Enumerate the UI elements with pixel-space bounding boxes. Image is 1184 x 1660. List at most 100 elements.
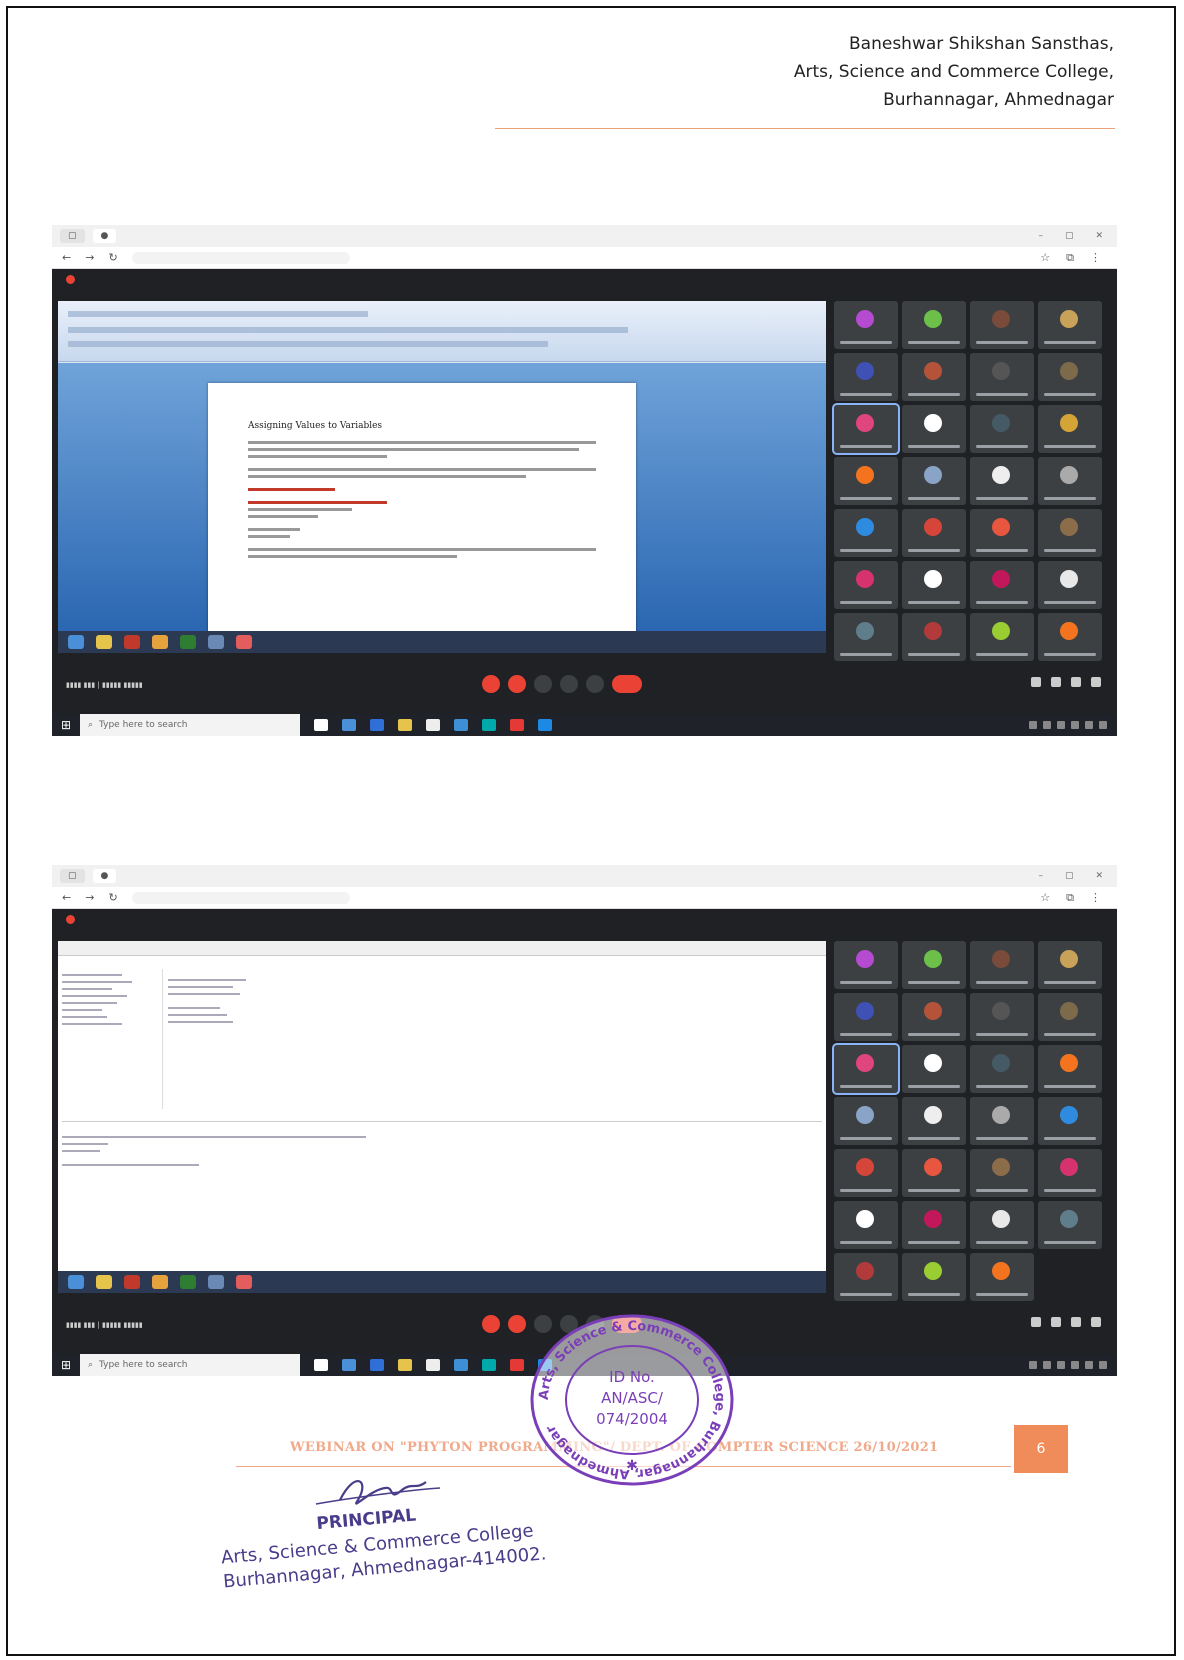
participant-tile[interactable] xyxy=(1038,993,1102,1041)
present-button[interactable] xyxy=(560,675,578,693)
windows-start-icon[interactable]: ⊞ xyxy=(52,714,80,736)
participant-tile[interactable] xyxy=(902,613,966,661)
people-icon[interactable] xyxy=(1051,677,1061,687)
participant-tile[interactable] xyxy=(834,993,898,1041)
participant-tile[interactable] xyxy=(902,993,966,1041)
browser-tab-active[interactable]: ● xyxy=(92,869,117,883)
app-icon[interactable] xyxy=(538,719,552,731)
app-icon[interactable] xyxy=(510,719,524,731)
participant-tile[interactable] xyxy=(970,1201,1034,1249)
participant-tile[interactable] xyxy=(1038,301,1102,349)
participant-tile[interactable] xyxy=(902,457,966,505)
activities-icon[interactable] xyxy=(1091,677,1101,687)
participant-tile[interactable] xyxy=(1038,1045,1102,1093)
participant-tile[interactable] xyxy=(970,509,1034,557)
maximize-icon[interactable]: ▢ xyxy=(1065,871,1074,881)
browser-tab[interactable]: ▢ xyxy=(60,869,85,883)
participant-tile[interactable] xyxy=(834,1149,898,1197)
participant-tile[interactable] xyxy=(1038,457,1102,505)
participant-tile[interactable] xyxy=(970,561,1034,609)
app-icon[interactable] xyxy=(426,719,440,731)
minimize-icon[interactable]: – xyxy=(1038,231,1043,241)
participant-tile[interactable] xyxy=(902,1253,966,1301)
participant-tile[interactable] xyxy=(970,353,1034,401)
app-icon[interactable] xyxy=(454,1359,468,1371)
participant-tile[interactable] xyxy=(970,1253,1034,1301)
back-icon[interactable]: ← xyxy=(62,891,71,904)
app-icon[interactable] xyxy=(510,1359,524,1371)
participant-tile[interactable] xyxy=(834,1201,898,1249)
star-icon[interactable]: ☆ xyxy=(1040,891,1050,905)
end-call-button[interactable] xyxy=(612,675,642,693)
activities-icon[interactable] xyxy=(1091,1317,1101,1327)
participant-tile[interactable] xyxy=(1038,941,1102,989)
task-view-icon[interactable] xyxy=(314,1359,328,1371)
participant-tile[interactable] xyxy=(834,353,898,401)
participant-tile[interactable] xyxy=(902,509,966,557)
app-icon[interactable] xyxy=(426,1359,440,1371)
app-icon[interactable] xyxy=(342,719,356,731)
app-icon[interactable] xyxy=(482,719,496,731)
menu-icon[interactable]: ⋮ xyxy=(1090,251,1101,265)
participant-tile[interactable] xyxy=(902,561,966,609)
app-icon[interactable] xyxy=(454,719,468,731)
app-icon[interactable] xyxy=(482,1359,496,1371)
extensions-icon[interactable]: ⧉ xyxy=(1066,891,1074,905)
participant-tile[interactable] xyxy=(834,613,898,661)
participant-tile[interactable] xyxy=(834,301,898,349)
windows-start-icon[interactable]: ⊞ xyxy=(52,1354,80,1376)
task-view-icon[interactable] xyxy=(314,719,328,731)
participant-tile[interactable] xyxy=(970,1045,1034,1093)
mic-button[interactable] xyxy=(482,1315,500,1333)
participant-tile[interactable] xyxy=(1038,1201,1102,1249)
participant-tile-pinned[interactable] xyxy=(832,1043,900,1095)
participant-tile[interactable] xyxy=(902,301,966,349)
participant-tile[interactable] xyxy=(834,941,898,989)
participant-tile[interactable] xyxy=(970,1097,1034,1145)
participant-tile[interactable] xyxy=(902,353,966,401)
extensions-icon[interactable]: ⧉ xyxy=(1066,251,1074,265)
taskbar-search[interactable]: ⌕ Type here to search xyxy=(80,714,300,736)
participant-tile[interactable] xyxy=(1038,613,1102,661)
menu-icon[interactable]: ⋮ xyxy=(1090,891,1101,905)
participant-tile[interactable] xyxy=(902,1045,966,1093)
participant-tile[interactable] xyxy=(902,405,966,453)
participant-tile[interactable] xyxy=(902,1149,966,1197)
participant-tile[interactable] xyxy=(970,993,1034,1041)
participant-tile[interactable] xyxy=(902,941,966,989)
participant-tile[interactable] xyxy=(902,1201,966,1249)
close-icon[interactable]: ✕ xyxy=(1095,871,1103,881)
info-icon[interactable] xyxy=(1031,1317,1041,1327)
participant-tile-pinned[interactable] xyxy=(832,403,900,455)
forward-icon[interactable]: → xyxy=(85,251,94,264)
app-icon[interactable] xyxy=(398,1359,412,1371)
forward-icon[interactable]: → xyxy=(85,891,94,904)
participant-tile[interactable] xyxy=(1038,405,1102,453)
camera-button[interactable] xyxy=(508,675,526,693)
minimize-icon[interactable]: – xyxy=(1038,871,1043,881)
participant-tile[interactable] xyxy=(970,405,1034,453)
ide-editor[interactable] xyxy=(168,969,818,1109)
people-icon[interactable] xyxy=(1051,1317,1061,1327)
participant-tile[interactable] xyxy=(970,613,1034,661)
info-icon[interactable] xyxy=(1031,677,1041,687)
participant-tile[interactable] xyxy=(1038,1149,1102,1197)
browser-tab[interactable]: ▢ xyxy=(60,229,85,243)
browser-tab-active[interactable]: ● xyxy=(92,229,117,243)
camera-button[interactable] xyxy=(508,1315,526,1333)
reload-icon[interactable]: ↻ xyxy=(108,891,117,904)
reload-icon[interactable]: ↻ xyxy=(108,251,117,264)
participant-tile[interactable] xyxy=(970,941,1034,989)
participant-tile[interactable] xyxy=(970,301,1034,349)
app-icon[interactable] xyxy=(370,719,384,731)
participant-tile[interactable] xyxy=(1038,353,1102,401)
mic-button[interactable] xyxy=(482,675,500,693)
participant-tile[interactable] xyxy=(1038,509,1102,557)
chat-icon[interactable] xyxy=(1071,1317,1081,1327)
participant-tile[interactable] xyxy=(970,457,1034,505)
participant-tile[interactable] xyxy=(834,1253,898,1301)
back-icon[interactable]: ← xyxy=(62,251,71,264)
app-icon[interactable] xyxy=(370,1359,384,1371)
participant-tile[interactable] xyxy=(834,457,898,505)
participant-tile[interactable] xyxy=(834,509,898,557)
